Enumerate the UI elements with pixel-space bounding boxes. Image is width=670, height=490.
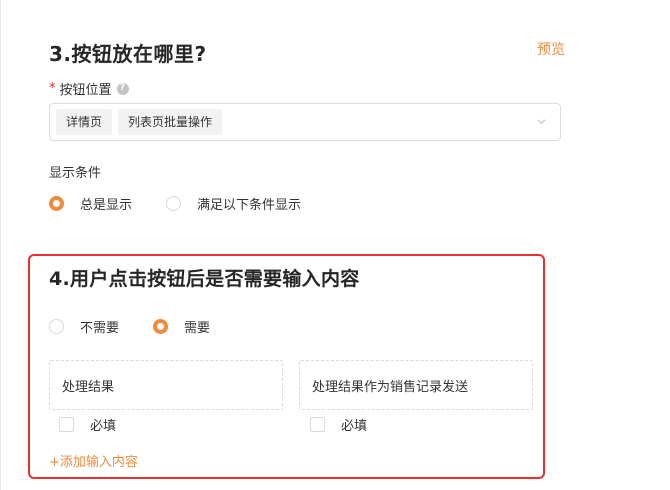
display-condition-label: 显示条件 <box>49 166 102 181</box>
left-divider <box>0 0 1 490</box>
radio-checked-icon[interactable] <box>49 196 64 211</box>
button-position-select[interactable]: 详情页 列表页批量操作 <box>49 103 561 141</box>
button-position-label-text: 按钮位置 <box>59 83 112 98</box>
radio-conditional-show[interactable]: 满足以下条件显示 <box>166 194 301 213</box>
radio-checked-icon[interactable] <box>153 319 169 334</box>
form-page: 3.按钮放在哪里? 预览 * 按钮位置 ? 详情页 列表页批量操作 显示条件 总… <box>0 0 670 490</box>
required-checkbox-1[interactable]: 必填 <box>59 415 116 434</box>
required-checkbox-1-label: 必填 <box>90 419 117 434</box>
button-position-label: * 按钮位置 ? <box>49 79 129 98</box>
radio-needed[interactable]: 需要 <box>153 317 210 336</box>
tag-detail-page[interactable]: 详情页 <box>56 109 113 135</box>
question-circle-icon[interactable]: ? <box>116 82 129 95</box>
required-checkbox-2-label: 必填 <box>341 419 368 434</box>
preview-link[interactable]: 预览 <box>537 39 565 59</box>
input-field-1-name: 处理结果 <box>62 379 115 395</box>
radio-unchecked-icon[interactable] <box>166 196 182 211</box>
radio-not-needed[interactable]: 不需要 <box>49 317 119 336</box>
input-field-1[interactable]: 处理结果 <box>49 360 283 410</box>
radio-needed-label: 需要 <box>184 321 211 336</box>
input-field-2[interactable]: 处理结果作为销售记录发送 <box>299 360 533 410</box>
required-checkbox-2[interactable]: 必填 <box>310 415 367 434</box>
radio-unchecked-icon[interactable] <box>49 319 64 334</box>
tag-list-batch[interactable]: 列表页批量操作 <box>118 109 223 135</box>
radio-always-show-label: 总是显示 <box>80 198 133 213</box>
input-field-2-name: 处理结果作为销售记录发送 <box>312 379 469 395</box>
display-condition-radio-group: 总是显示 满足以下条件显示 <box>49 194 301 213</box>
add-input-link[interactable]: +添加输入内容 <box>49 451 138 470</box>
chevron-down-icon[interactable] <box>537 117 546 126</box>
required-mark: * <box>49 81 56 96</box>
radio-conditional-show-label: 满足以下条件显示 <box>197 198 302 213</box>
input-required-radio-group: 不需要 需要 <box>49 317 210 336</box>
radio-not-needed-label: 不需要 <box>80 321 120 336</box>
section3-title: 3.按钮放在哪里? <box>49 42 207 66</box>
section4-title: 4.用户点击按钮后是否需要输入内容 <box>49 268 360 290</box>
checkbox-icon[interactable] <box>310 417 325 432</box>
checkbox-icon[interactable] <box>59 417 74 432</box>
radio-always-show[interactable]: 总是显示 <box>49 194 132 213</box>
